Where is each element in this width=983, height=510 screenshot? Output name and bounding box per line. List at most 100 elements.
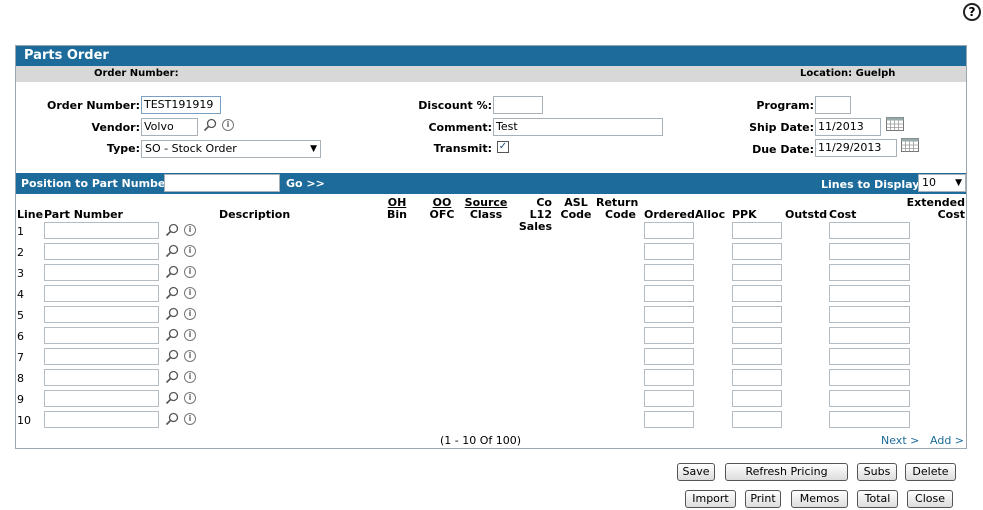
- part-number-input[interactable]: [44, 306, 159, 323]
- save-button[interactable]: Save: [677, 463, 715, 481]
- part-number-input[interactable]: [44, 243, 159, 260]
- cost-input[interactable]: [829, 285, 910, 302]
- part-number-input[interactable]: [44, 348, 159, 365]
- ppk-input[interactable]: [732, 327, 782, 344]
- part-info-icon[interactable]: i: [184, 266, 196, 278]
- part-lookup-icon[interactable]: [165, 349, 179, 363]
- subs-button[interactable]: Subs: [857, 463, 897, 481]
- due-date-input[interactable]: 11/29/2013: [815, 139, 897, 157]
- col-extended-cost: Extended Cost: [896, 197, 965, 221]
- ordered-input[interactable]: [644, 222, 694, 239]
- ordered-input[interactable]: [644, 285, 694, 302]
- lines-to-display-select[interactable]: 10 ▼: [918, 174, 966, 192]
- memos-button[interactable]: Memos: [791, 490, 848, 508]
- import-button[interactable]: Import: [685, 490, 736, 508]
- ordered-input[interactable]: [644, 327, 694, 344]
- discount-input[interactable]: [493, 96, 543, 114]
- part-lookup-icon[interactable]: [165, 223, 179, 237]
- part-info-icon[interactable]: i: [184, 371, 196, 383]
- part-info-icon[interactable]: i: [184, 329, 196, 341]
- part-info-icon[interactable]: i: [184, 245, 196, 257]
- part-info-icon[interactable]: i: [184, 413, 196, 425]
- ppk-input[interactable]: [732, 411, 782, 428]
- col-oo-ofc: OO OFC: [426, 197, 458, 221]
- print-button[interactable]: Print: [745, 490, 781, 508]
- program-input[interactable]: [815, 96, 851, 114]
- part-lookup-icon[interactable]: [165, 391, 179, 405]
- col-asl-code-label: Code: [560, 208, 592, 221]
- cost-input[interactable]: [829, 243, 910, 260]
- part-info-icon[interactable]: i: [184, 392, 196, 404]
- refresh-pricing-button[interactable]: Refresh Pricing: [725, 463, 848, 481]
- due-date-calendar-icon[interactable]: [901, 138, 919, 152]
- ppk-input[interactable]: [732, 348, 782, 365]
- part-number-input[interactable]: [44, 264, 159, 281]
- cost-input[interactable]: [829, 306, 910, 323]
- part-number-input[interactable]: [44, 369, 159, 386]
- transmit-label: Transmit:: [433, 142, 492, 155]
- ppk-input[interactable]: [732, 369, 782, 386]
- comment-input[interactable]: Test: [493, 118, 663, 136]
- help-icon[interactable]: ?: [963, 3, 981, 21]
- part-number-input[interactable]: [44, 285, 159, 302]
- cost-input[interactable]: [829, 369, 910, 386]
- part-lookup-icon[interactable]: [165, 286, 179, 300]
- vendor-lookup-icon[interactable]: [203, 118, 217, 132]
- part-lookup-icon[interactable]: [165, 307, 179, 321]
- vendor-input[interactable]: Volvo: [141, 118, 198, 136]
- part-info-icon[interactable]: i: [184, 350, 196, 362]
- ordered-input[interactable]: [644, 348, 694, 365]
- part-number-input[interactable]: [44, 222, 159, 239]
- comment-label: Comment:: [428, 121, 492, 134]
- order-number-input[interactable]: TEST191919: [141, 96, 221, 114]
- line-number: 7: [17, 351, 24, 364]
- cost-input[interactable]: [829, 348, 910, 365]
- ship-date-input[interactable]: 11/2013: [815, 118, 881, 136]
- vendor-info-icon[interactable]: i: [222, 119, 234, 131]
- total-button[interactable]: Total: [857, 490, 898, 508]
- ppk-input[interactable]: [732, 222, 782, 239]
- part-info-icon[interactable]: i: [184, 308, 196, 320]
- cost-input[interactable]: [829, 390, 910, 407]
- transmit-checkbox[interactable]: ✓: [497, 141, 509, 153]
- cost-input[interactable]: [829, 327, 910, 344]
- part-lookup-icon[interactable]: [165, 412, 179, 426]
- cost-input[interactable]: [829, 222, 910, 239]
- ppk-input[interactable]: [732, 285, 782, 302]
- vendor-label: Vendor:: [91, 121, 140, 134]
- ordered-input[interactable]: [644, 369, 694, 386]
- part-lookup-icon[interactable]: [165, 370, 179, 384]
- part-number-input[interactable]: [44, 390, 159, 407]
- ppk-input[interactable]: [732, 264, 782, 281]
- cost-input[interactable]: [829, 411, 910, 428]
- ppk-input[interactable]: [732, 390, 782, 407]
- next-link[interactable]: Next >: [881, 434, 919, 447]
- close-button[interactable]: Close: [907, 490, 953, 508]
- ship-date-calendar-icon[interactable]: [886, 117, 904, 131]
- part-number-input[interactable]: [44, 327, 159, 344]
- add-link[interactable]: Add >: [930, 434, 964, 447]
- cost-input[interactable]: [829, 264, 910, 281]
- go-link[interactable]: Go >>: [286, 177, 325, 190]
- ordered-input[interactable]: [644, 306, 694, 323]
- ppk-input[interactable]: [732, 243, 782, 260]
- part-number-input[interactable]: [44, 411, 159, 428]
- position-navbar: Position to Part Number: Go >> Lines to …: [16, 173, 966, 194]
- ordered-input[interactable]: [644, 411, 694, 428]
- type-select[interactable]: SO - Stock Order ▼: [141, 140, 321, 158]
- position-part-input[interactable]: [164, 174, 280, 192]
- order-subheader: Order Number: Location: Guelph: [16, 66, 966, 82]
- part-lookup-icon[interactable]: [165, 244, 179, 258]
- col-bin: Bin: [387, 208, 407, 221]
- ordered-input[interactable]: [644, 264, 694, 281]
- delete-button[interactable]: Delete: [905, 463, 956, 481]
- part-lookup-icon[interactable]: [165, 328, 179, 342]
- part-lookup-icon[interactable]: [165, 265, 179, 279]
- part-info-icon[interactable]: i: [184, 224, 196, 236]
- ppk-input[interactable]: [732, 306, 782, 323]
- ordered-input[interactable]: [644, 243, 694, 260]
- part-info-icon[interactable]: i: [184, 287, 196, 299]
- ordered-input[interactable]: [644, 390, 694, 407]
- lines-to-display-value: 10: [922, 176, 936, 189]
- position-label: Position to Part Number:: [21, 177, 176, 190]
